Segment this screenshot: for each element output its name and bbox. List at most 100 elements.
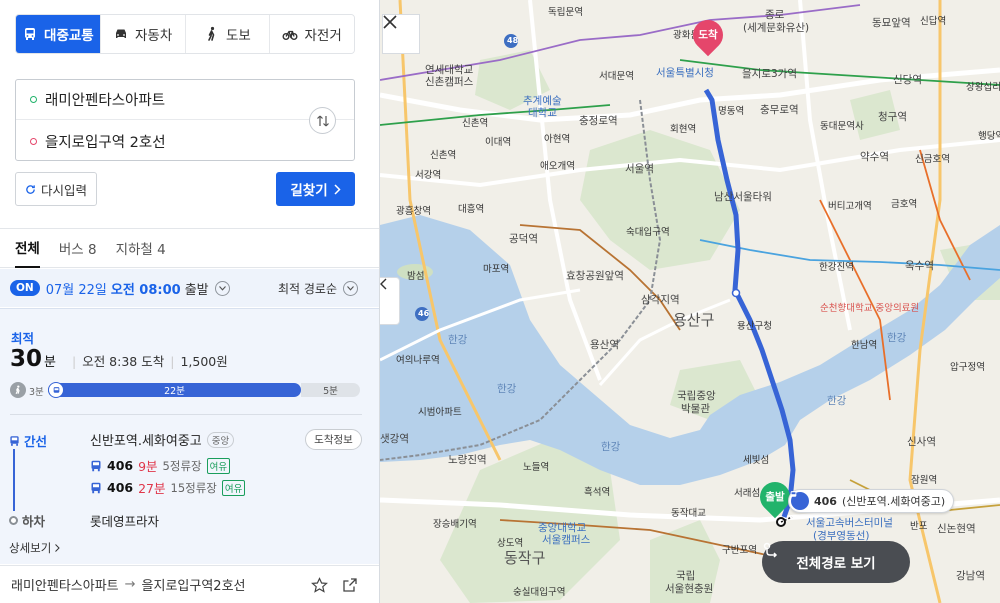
road-shield-48: 48: [507, 36, 519, 45]
search-button-label: 길찾기: [290, 183, 328, 199]
share-icon[interactable]: [342, 577, 358, 593]
stop-tag: 중앙: [206, 431, 235, 448]
arrow-right-icon: →: [124, 577, 136, 592]
tab-bicycle[interactable]: 자전거: [269, 15, 354, 53]
map-label: 신사역: [907, 436, 936, 448]
bus-icon: [48, 382, 64, 398]
bus-icon: [790, 491, 809, 510]
alight-label: 하차: [9, 511, 45, 530]
map-label: 대흥역: [458, 204, 485, 215]
map-label: (세계문화유산): [743, 22, 810, 34]
map-label: 금호역: [891, 199, 918, 210]
time-dropdown-button[interactable]: [214, 280, 230, 296]
walk-duration: 3분: [29, 387, 44, 398]
map-label: 서강역: [415, 170, 442, 181]
bus-stops-away: 15정류장: [170, 480, 217, 495]
map-label: 세빛섬: [743, 455, 770, 466]
bus-route-label[interactable]: 406 (신반포역.세화여중고): [788, 489, 955, 513]
map-label: 상왕십리역: [966, 82, 1000, 93]
map-label: 신촌역: [430, 150, 457, 161]
boarding-stop[interactable]: 신반포역.세화여중고 중앙: [90, 430, 235, 449]
duration-unit: 분: [44, 355, 56, 370]
map-label: 행당역: [978, 131, 1000, 142]
bus-arrival-row[interactable]: 406 27분 15정류장 여유: [90, 478, 246, 497]
reset-button-label: 다시입력: [40, 182, 87, 198]
map-label: 버티고개역: [828, 201, 872, 212]
departure-date[interactable]: 07월 22일: [46, 279, 107, 298]
departure-time[interactable]: 오전 08:00: [111, 279, 181, 298]
swap-route-button[interactable]: [309, 107, 336, 134]
bus-arrival-row[interactable]: 406 9분 5정류장 여유: [90, 456, 231, 475]
segment-line: [13, 449, 15, 511]
footer-origin: 래미안펜타스아파트: [11, 579, 119, 594]
destination-field[interactable]: 을지로입구역 2호선: [16, 121, 306, 161]
map-label: 박물관: [681, 403, 710, 415]
map-label: 명동역: [718, 106, 745, 117]
bus-minutes: 9분: [138, 459, 158, 474]
summary-meta: | 오전 8:38 도착 | 1,500원: [66, 351, 228, 370]
map-label: 대학교: [528, 107, 557, 119]
sort-chevron: [343, 281, 358, 296]
bus-minutes: 27분: [138, 481, 166, 496]
full-route-button[interactable]: 전체경로 보기: [762, 541, 910, 583]
time-on-badge[interactable]: ON: [10, 280, 40, 296]
collapse-panel-button[interactable]: [380, 277, 400, 325]
map-label: 시범아파트: [418, 407, 462, 418]
tab-bus[interactable]: 버스 8: [59, 238, 97, 258]
map-label: 신촌역: [462, 118, 489, 129]
boarding-stop-name: 신반포역.세화여중고: [90, 434, 202, 449]
tab-subway[interactable]: 지하철 4: [116, 238, 166, 258]
tab-walk[interactable]: 도보: [184, 15, 270, 53]
best-route-label: 최적: [11, 331, 35, 346]
tab-car[interactable]: 자동차: [99, 15, 185, 53]
route-timeline: 3분 22분 5분: [10, 382, 360, 398]
map-label: 마포역: [483, 264, 510, 275]
map-label: 효창공원앞역: [566, 270, 624, 282]
arrival-info-button[interactable]: 도착정보: [305, 429, 362, 450]
directions-panel: 대중교통 자동차 도보 자전거 래미안펜타스아파트 을지로입구역 2호선 다시입: [0, 0, 380, 603]
tab-all[interactable]: 전체: [15, 229, 40, 268]
separator: |: [170, 354, 175, 369]
star-icon[interactable]: [311, 577, 328, 594]
bus-icon: [25, 28, 36, 40]
route-result-card[interactable]: 최적 30 분 | 오전 8:38 도착 | 1,500원 3분 22분 5분 간선: [0, 308, 379, 564]
map-label: 용산구: [673, 311, 715, 329]
bus-route-number: 406: [814, 494, 837, 508]
swap-icon: [316, 115, 329, 126]
details-link[interactable]: 상세보기: [9, 540, 60, 556]
search-route-button[interactable]: 길찾기: [276, 172, 355, 206]
origin-field[interactable]: 래미안펜타스아파트: [16, 80, 354, 120]
route-footer: 래미안펜타스아파트 → 을지로입구역2호선: [0, 565, 379, 603]
close-button[interactable]: [382, 14, 420, 54]
reset-button[interactable]: 다시입력: [15, 172, 97, 206]
map-label: 장승배기역: [433, 519, 477, 530]
alight-stop-name[interactable]: 롯데영프라자: [90, 511, 159, 530]
separator: |: [71, 354, 77, 369]
map-label: 잠원역: [911, 475, 938, 486]
chevron-right-icon: [334, 183, 341, 195]
map-label: 서울캠퍼스: [542, 534, 591, 546]
map-label: 삼각지역: [641, 294, 680, 306]
map-label: 회현역: [670, 124, 697, 135]
map-label: 한강: [827, 395, 847, 407]
bus-icon: [91, 482, 101, 493]
tab-transit[interactable]: 대중교통: [16, 15, 100, 53]
alight-ring-icon: [9, 516, 18, 525]
departure-time-bar: ON 07월 22일 오전 08:00 출발 최적 경로순: [0, 269, 379, 307]
sort-dropdown[interactable]: 최적 경로순: [278, 280, 358, 297]
chevron-down-icon: [347, 286, 354, 291]
tab-bicycle-label: 자전거: [304, 28, 342, 44]
map-label: 공덕역: [509, 233, 538, 245]
details-label: 상세보기: [9, 541, 52, 555]
map-label: 샛강역: [380, 433, 409, 445]
map-label: 한남역: [851, 340, 878, 351]
chevron-left-icon: [380, 278, 387, 290]
divider: [10, 414, 362, 415]
segment-type-label: 간선: [24, 434, 48, 449]
origin-pin[interactable]: 출발: [753, 475, 797, 520]
crowd-badge: 여유: [206, 457, 231, 474]
map-label: 서울역: [625, 163, 654, 175]
map-label: 광흥창역: [396, 206, 431, 217]
map-view[interactable]: 독립문역 종로 (세계문화유산) 동묘앞역 신답역 광화문역 서울특별시청 을지…: [380, 0, 1000, 603]
destination-pin[interactable]: 도착: [686, 13, 730, 58]
